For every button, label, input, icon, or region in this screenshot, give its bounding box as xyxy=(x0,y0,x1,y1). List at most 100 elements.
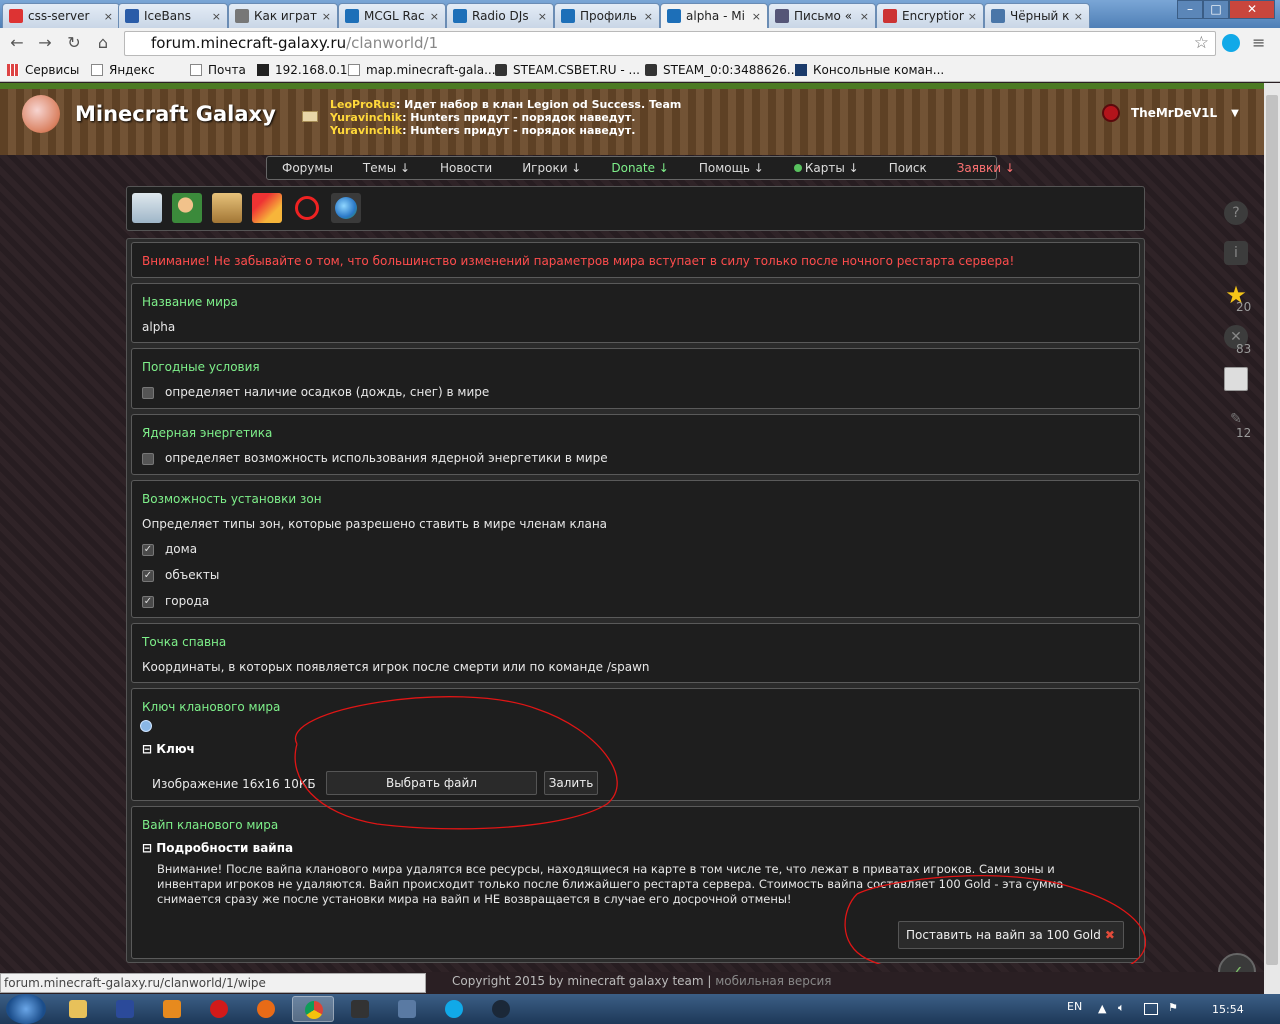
close-window-button[interactable]: ✕ xyxy=(1229,0,1275,19)
taskbar-firefox[interactable] xyxy=(245,996,287,1022)
choose-file-button[interactable]: Выбрать файл xyxy=(326,771,537,795)
taskbar-clock[interactable]: 15:54 xyxy=(1212,1003,1244,1016)
zone-objects-checkbox[interactable]: ✓ xyxy=(142,570,154,582)
taskbar-game[interactable] xyxy=(339,996,381,1022)
taskbar-save-app[interactable] xyxy=(104,996,146,1022)
nav-donate[interactable]: Donate ↓ xyxy=(596,161,684,175)
tab-close-icon[interactable]: × xyxy=(968,10,977,23)
taskbar-steam[interactable] xyxy=(480,996,522,1022)
skype-extension-icon[interactable] xyxy=(1222,34,1240,52)
menu-hamburger-icon[interactable]: ≡ xyxy=(1252,33,1270,53)
upload-button[interactable]: Залить xyxy=(544,771,598,795)
scroll-icon[interactable] xyxy=(212,193,242,223)
weather-checkbox[interactable] xyxy=(142,387,154,399)
nav-search[interactable]: Поиск xyxy=(874,161,942,175)
flag-icon[interactable] xyxy=(252,193,282,223)
browser-tab[interactable]: css-server × xyxy=(2,3,120,28)
shield-check-icon[interactable]: ✓ xyxy=(1218,953,1256,972)
ticker-nick[interactable]: Yuravinchik xyxy=(330,111,402,124)
wipe-button[interactable]: Поставить на вайп за 100 Gold ✖ xyxy=(898,921,1124,949)
site-name[interactable]: Minecraft Galaxy xyxy=(75,102,276,126)
nav-news[interactable]: Новости xyxy=(425,161,507,175)
browser-tab-active[interactable]: alpha - Mi × xyxy=(660,3,768,28)
maximize-button[interactable]: □ xyxy=(1203,0,1229,19)
tab-favicon-icon xyxy=(453,9,467,23)
star-bookmark-icon[interactable]: ☆ xyxy=(1194,32,1209,55)
tab-close-icon[interactable]: × xyxy=(212,10,221,23)
nav-maps[interactable]: Карты ↓ xyxy=(779,161,874,175)
taskbar-explorer[interactable] xyxy=(57,996,99,1022)
browser-tab[interactable]: Как играт × xyxy=(228,3,338,28)
bookmark-map[interactable]: map.minecraft-gala... xyxy=(348,62,496,78)
taskbar-skype[interactable] xyxy=(433,996,475,1022)
volume-icon[interactable]: 🔈︎ xyxy=(1118,1001,1125,1015)
bookmark-yandex[interactable]: Яндекс xyxy=(91,62,155,78)
user-menu[interactable]: TheMrDeV1L ▼ xyxy=(1102,104,1239,122)
browser-tab[interactable]: Письмо «× xyxy=(768,3,876,28)
tray-expand-icon[interactable]: ▲ xyxy=(1098,1002,1106,1015)
browser-tab[interactable]: Чёрный к × xyxy=(984,3,1090,28)
tab-close-icon[interactable]: × xyxy=(860,10,869,23)
mobile-version-link[interactable]: мобильная версия xyxy=(715,974,831,988)
nav-topics[interactable]: Темы ↓ xyxy=(348,161,425,175)
ban-icon[interactable] xyxy=(295,196,319,220)
tab-close-icon[interactable]: × xyxy=(538,10,547,23)
bookmark-csbet[interactable]: STEAM.CSBET.RU - ... xyxy=(495,62,640,78)
nav-help[interactable]: Помощь ↓ xyxy=(684,161,779,175)
bookmark-router[interactable]: 192.168.0.1 xyxy=(257,62,348,78)
browser-tab[interactable]: Профиль × xyxy=(554,3,660,28)
nav-players[interactable]: Игроки ↓ xyxy=(507,161,596,175)
url-path: /clanworld/1 xyxy=(346,34,439,52)
nav-applications[interactable]: Заявки ↓ xyxy=(942,161,1030,175)
world-settings-tab[interactable] xyxy=(331,193,361,223)
language-indicator[interactable]: EN xyxy=(1067,1000,1082,1013)
tab-close-icon[interactable]: × xyxy=(104,10,113,23)
browser-tab[interactable]: IceBans × xyxy=(118,3,228,28)
ticker-nick[interactable]: LeoProRus xyxy=(330,98,396,111)
browser-tab[interactable]: MCGL Rac × xyxy=(338,3,446,28)
help-question-icon[interactable]: ? xyxy=(1224,201,1248,225)
key-section-toggle[interactable]: ⊟ Ключ xyxy=(142,742,195,756)
forward-arrow-icon[interactable]: → xyxy=(34,32,56,54)
wipe-section-toggle[interactable]: ⊟ Подробности вайпа xyxy=(142,841,293,855)
bookmark-console-commands[interactable]: Консольные коман... xyxy=(795,62,944,78)
reload-icon[interactable]: ↻ xyxy=(63,32,85,54)
info-icon[interactable]: i xyxy=(1224,241,1248,265)
taskbar-chrome[interactable] xyxy=(292,996,334,1022)
browser-status-url: forum.minecraft-galaxy.ru/clanworld/1/wi… xyxy=(0,973,426,993)
tab-close-icon[interactable]: × xyxy=(1074,10,1083,23)
tab-close-icon[interactable]: × xyxy=(752,10,761,23)
browser-tab[interactable]: Radio DJs × xyxy=(446,3,554,28)
browser-tab[interactable]: Encryption × xyxy=(876,3,984,28)
nav-forums[interactable]: Форумы xyxy=(267,161,348,175)
zone-houses-checkbox[interactable]: ✓ xyxy=(142,544,154,556)
ticker-nick[interactable]: Yuravinchik xyxy=(330,124,402,137)
tab-close-icon[interactable]: × xyxy=(430,10,439,23)
network-icon[interactable] xyxy=(1144,1003,1158,1015)
zone-cities-checkbox[interactable]: ✓ xyxy=(142,596,154,608)
mail-envelope-icon[interactable] xyxy=(302,111,318,122)
scrollbar-thumb[interactable] xyxy=(1266,95,1278,965)
tab-close-icon[interactable]: × xyxy=(322,10,331,23)
tab-close-icon[interactable]: × xyxy=(644,10,653,23)
apps-grid-icon xyxy=(7,64,19,76)
back-arrow-icon[interactable]: ← xyxy=(6,32,28,54)
windows-start-button[interactable] xyxy=(6,994,46,1024)
globe-icon xyxy=(335,197,357,219)
taskbar-app[interactable] xyxy=(386,996,428,1022)
broken-image-icon[interactable] xyxy=(1224,367,1248,391)
page-scrollbar[interactable] xyxy=(1264,83,1280,994)
site-logo-icon[interactable] xyxy=(22,95,60,133)
taskbar-media[interactable] xyxy=(151,996,193,1022)
id-card-icon[interactable] xyxy=(132,193,162,223)
minimize-button[interactable]: – xyxy=(1177,0,1203,19)
action-center-flag-icon[interactable]: ⚑ xyxy=(1168,1001,1178,1014)
address-bar[interactable]: forum.minecraft-galaxy.ru/clanworld/1 ☆ xyxy=(124,31,1216,56)
nuclear-checkbox[interactable] xyxy=(142,453,154,465)
home-icon[interactable]: ⌂ xyxy=(92,32,114,54)
bookmark-services[interactable]: Сервисы xyxy=(7,62,79,78)
members-icon[interactable] xyxy=(172,193,202,223)
bookmark-steamid[interactable]: STEAM_0:0:3488626... xyxy=(645,62,798,78)
taskbar-opera[interactable] xyxy=(198,996,240,1022)
bookmark-mail[interactable]: Почта xyxy=(190,62,246,78)
